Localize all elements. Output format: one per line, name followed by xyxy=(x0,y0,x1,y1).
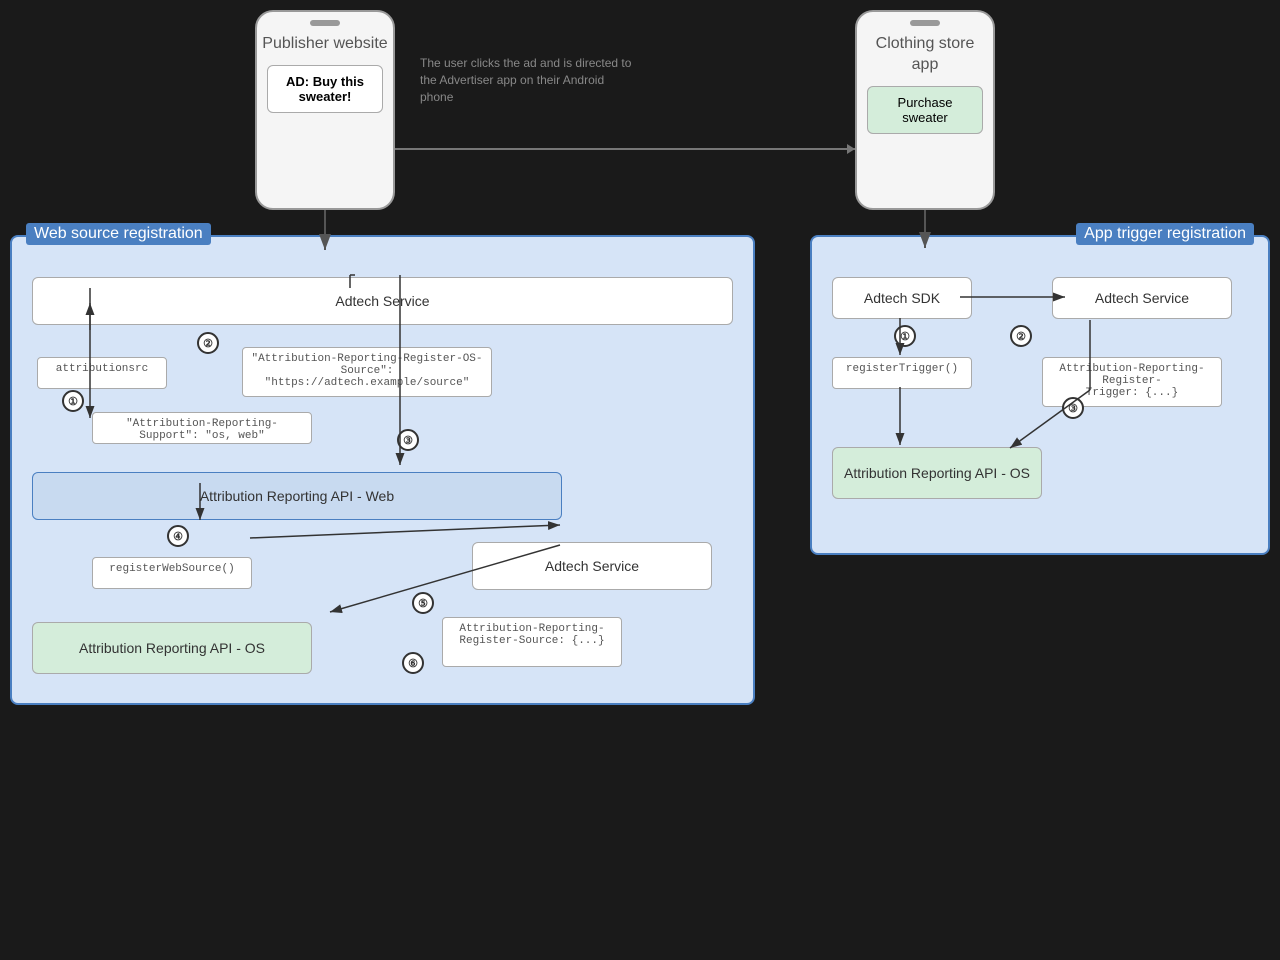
web-source-title: Web source registration xyxy=(26,223,211,245)
arrow-label: The user clicks the ad and is directed t… xyxy=(420,55,640,105)
app-trigger-box: App trigger registration Adtech SDK regi… xyxy=(810,235,1270,555)
phones-arrow xyxy=(395,148,855,150)
clothing-phone-title: Clothing storeapp xyxy=(876,34,975,76)
purchase-content: Purchasesweater xyxy=(867,86,983,134)
adtech-sdk-box: Adtech SDK xyxy=(832,277,972,319)
step-6-web: ⑥ xyxy=(402,652,424,674)
publisher-ad-content: AD: Buy this sweater! xyxy=(267,65,383,113)
app-trigger-title: App trigger registration xyxy=(1076,223,1254,245)
attribution-reporting-web: Attribution Reporting API - Web xyxy=(32,472,562,520)
attribution-reporting-os-web: Attribution Reporting API - OS xyxy=(32,622,312,674)
web-source-box: Web source registration Adtech Service a… xyxy=(10,235,755,705)
step-5-web: ⑤ xyxy=(412,592,434,614)
attributionsrc-box: attributionsrc xyxy=(37,357,167,389)
adtech-service-top: Adtech Service xyxy=(32,277,733,325)
step-3-app: ③ xyxy=(1062,397,1084,419)
clothing-phone: Clothing storeapp Purchasesweater xyxy=(855,10,995,210)
publisher-phone: Publisher website AD: Buy this sweater! xyxy=(255,10,395,210)
step-2-web: ② xyxy=(197,332,219,354)
step-1-web: ① xyxy=(62,390,84,412)
step-2-app: ② xyxy=(1010,325,1032,347)
attribution-register-source-box: "Attribution-Reporting-Register-OS-Sourc… xyxy=(242,347,492,397)
step-3-web: ③ xyxy=(397,429,419,451)
adtech-service-trigger: Adtech Service xyxy=(1052,277,1232,319)
adtech-service-bottom: Adtech Service xyxy=(472,542,712,590)
attribution-reporting-os-app: Attribution Reporting API - OS xyxy=(832,447,1042,499)
attribution-support-box: "Attribution-Reporting-Support": "os, we… xyxy=(92,412,312,444)
register-trigger-box: registerTrigger() xyxy=(832,357,972,389)
step-1-app: ① xyxy=(894,325,916,347)
clothing-phone-notch xyxy=(910,20,940,26)
register-web-source-box: registerWebSource() xyxy=(92,557,252,589)
publisher-phone-title: Publisher website xyxy=(262,34,387,55)
attribution-register-source2-box: Attribution-Reporting-Register-Source: {… xyxy=(442,617,622,667)
phone-notch xyxy=(310,20,340,26)
diagram-area: Publisher website AD: Buy this sweater! … xyxy=(0,0,1280,960)
step-4-web: ④ xyxy=(167,525,189,547)
